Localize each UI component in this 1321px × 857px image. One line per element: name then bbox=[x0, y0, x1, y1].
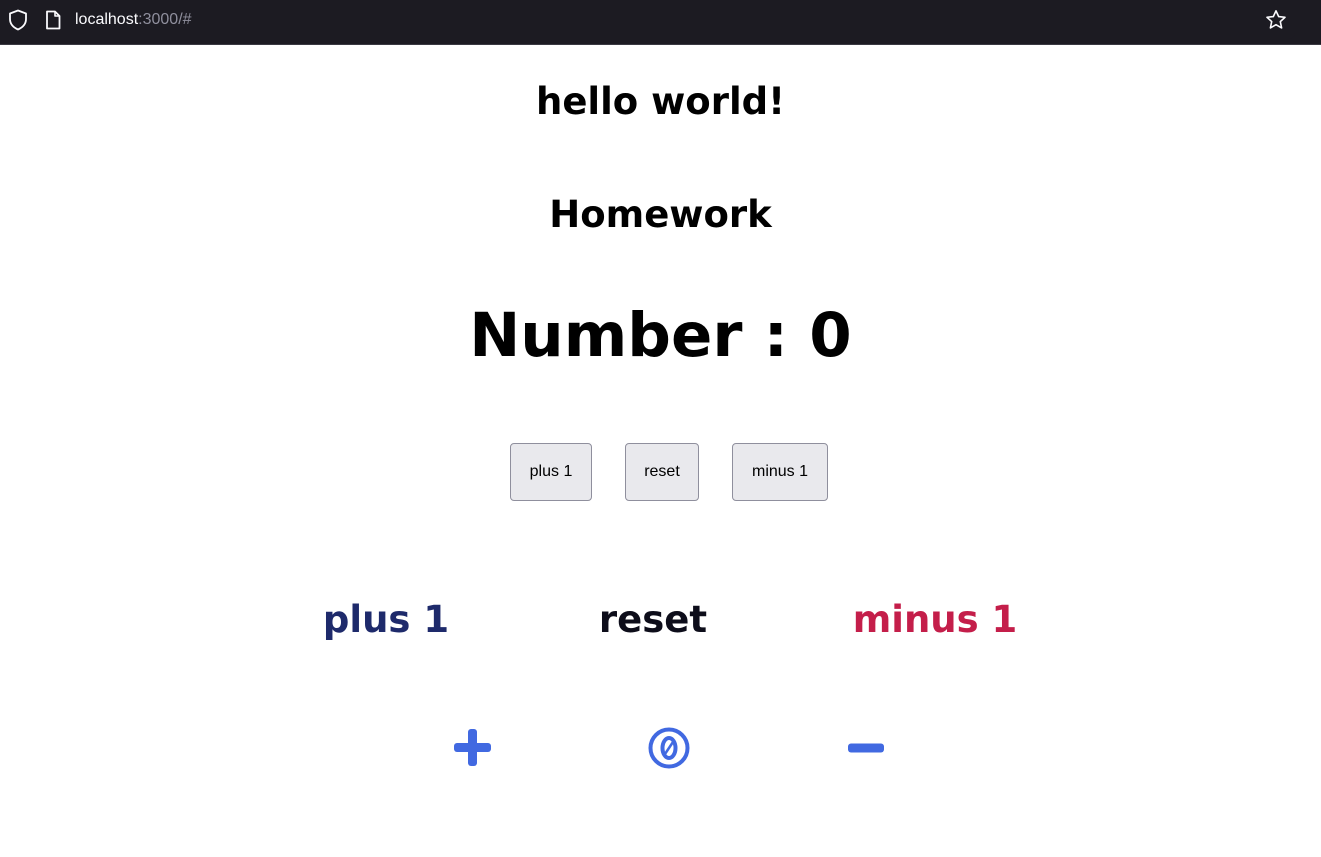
reset-text-button[interactable]: reset bbox=[587, 597, 719, 643]
bookmark-star-icon[interactable] bbox=[1265, 9, 1287, 31]
minus-one-button[interactable]: minus 1 bbox=[732, 443, 828, 501]
plus-one-button[interactable]: plus 1 bbox=[510, 443, 592, 501]
url-path: :3000/# bbox=[138, 11, 192, 28]
minus-one-text-button[interactable]: minus 1 bbox=[850, 597, 1020, 643]
address-bar[interactable]: localhost:3000/# bbox=[0, 0, 1295, 39]
url-text[interactable]: localhost:3000/# bbox=[75, 10, 192, 30]
page-content: hello world! Homework Number : 0 plus 1 … bbox=[0, 45, 1321, 857]
page-icon bbox=[46, 10, 61, 30]
greeting-heading: hello world! bbox=[536, 80, 785, 123]
homework-heading: Homework bbox=[549, 193, 772, 236]
plus-one-text-button[interactable]: plus 1 bbox=[316, 597, 456, 643]
number-display: Number : 0 bbox=[469, 300, 852, 371]
reset-button[interactable]: reset bbox=[625, 443, 699, 501]
shield-icon[interactable] bbox=[8, 9, 28, 31]
plus-icon[interactable] bbox=[454, 729, 491, 766]
minus-icon[interactable] bbox=[848, 742, 884, 754]
zero-circle-icon[interactable] bbox=[648, 727, 690, 769]
url-host: localhost bbox=[75, 11, 139, 28]
browser-toolbar: localhost:3000/# bbox=[0, 0, 1321, 45]
